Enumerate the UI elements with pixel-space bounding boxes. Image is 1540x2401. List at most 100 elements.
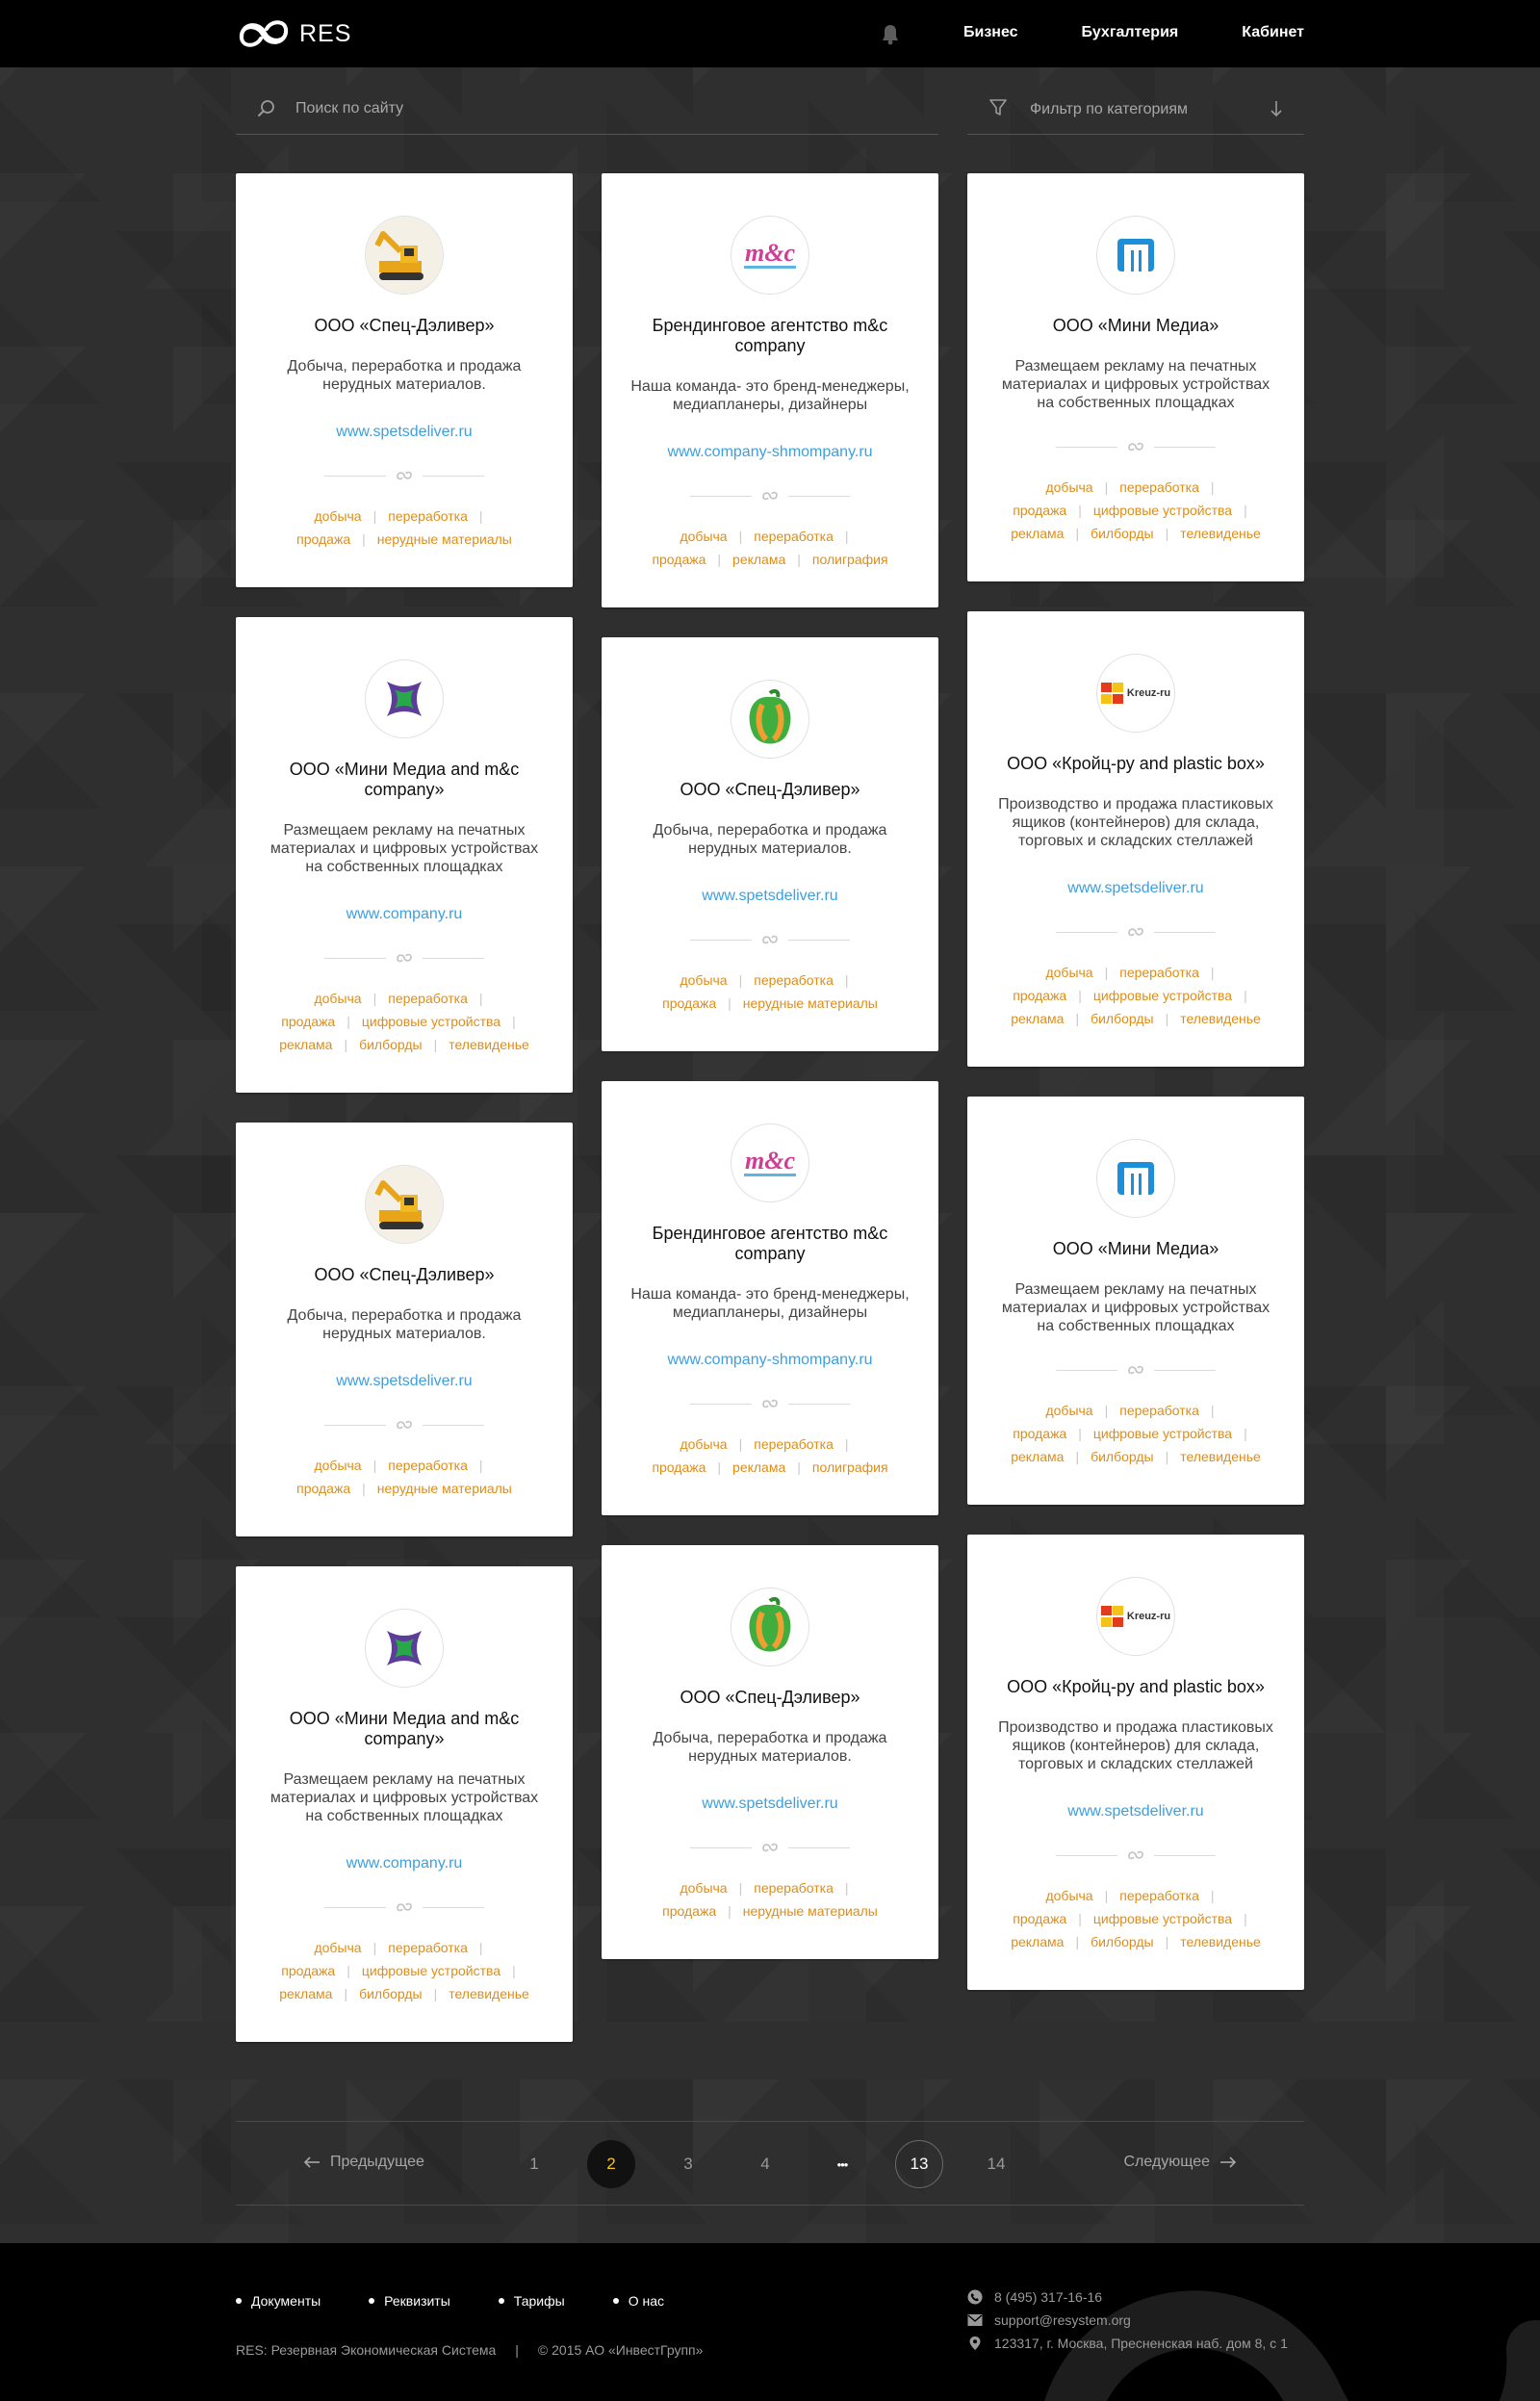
category-tag[interactable]: реклама: [1011, 526, 1064, 541]
category-tag[interactable]: продажа: [1013, 988, 1066, 1003]
company-title[interactable]: Брендинговое агентство m&c company: [627, 316, 913, 356]
company-card[interactable]: m&c Брендинговое агентство m&c company Наш…: [602, 1081, 938, 1515]
company-card[interactable]: Kreuz-ru ООО «Кройц-ру and plastic box» Пр…: [967, 1535, 1304, 1990]
category-tag[interactable]: продажа: [296, 531, 350, 547]
category-tag[interactable]: телевиденье: [1180, 1011, 1261, 1026]
company-card[interactable]: ООО «Спец-Дэливер» Добыча, переработка и …: [236, 173, 573, 587]
category-tag[interactable]: добыча: [1045, 479, 1092, 495]
page-13[interactable]: 13: [895, 2140, 943, 2188]
company-website-link[interactable]: www.spetsdeliver.ru: [627, 1795, 913, 1813]
category-tag[interactable]: продажа: [296, 1481, 350, 1496]
company-website-link[interactable]: www.company.ru: [261, 906, 548, 923]
category-tag[interactable]: переработка: [388, 1940, 468, 1955]
category-tag[interactable]: реклама: [1011, 1011, 1064, 1026]
category-tag[interactable]: реклама: [279, 1037, 332, 1052]
company-card[interactable]: ООО «Спец-Дэливер» Добыча, переработка и …: [602, 1545, 938, 1959]
page-2-current[interactable]: 2: [587, 2140, 635, 2188]
company-title[interactable]: ООО «Спец-Дэливер»: [627, 780, 913, 800]
nav-accounting[interactable]: Бухгалтерия: [1082, 24, 1179, 41]
company-card[interactable]: ООО «Спец-Дэливер» Добыча, переработка и …: [602, 637, 938, 1051]
category-tag[interactable]: добыча: [314, 1940, 361, 1955]
category-tag[interactable]: переработка: [754, 1880, 834, 1896]
company-title[interactable]: ООО «Спец-Дэливер»: [627, 1688, 913, 1708]
phone-number[interactable]: 8 (495) 317-16-16: [994, 2289, 1102, 2305]
category-tag[interactable]: нерудные материалы: [743, 995, 878, 1011]
category-tag[interactable]: телевиденье: [449, 1986, 529, 2001]
category-tag[interactable]: телевиденье: [1180, 526, 1261, 541]
category-tag[interactable]: билборды: [1091, 1934, 1154, 1949]
nav-cabinet[interactable]: Кабинет: [1242, 24, 1304, 41]
category-tag[interactable]: добыча: [680, 972, 727, 988]
next-page-button[interactable]: Следующее: [1123, 2154, 1237, 2171]
category-tag[interactable]: переработка: [1119, 1403, 1199, 1418]
page-1[interactable]: 1: [510, 2140, 558, 2188]
category-tag[interactable]: добыча: [314, 991, 361, 1006]
category-tag[interactable]: добыча: [1045, 965, 1092, 980]
page-3[interactable]: 3: [664, 2140, 712, 2188]
category-tag[interactable]: билборды: [1091, 1449, 1154, 1464]
footer-link-about[interactable]: О нас: [613, 2293, 664, 2309]
category-tag[interactable]: реклама: [732, 1459, 785, 1475]
category-tag[interactable]: переработка: [388, 1458, 468, 1473]
company-website-link[interactable]: www.spetsdeliver.ru: [992, 1803, 1279, 1820]
category-tag[interactable]: телевиденье: [449, 1037, 529, 1052]
category-tag[interactable]: продажа: [662, 995, 716, 1011]
notification-bell-icon[interactable]: [878, 21, 903, 51]
company-website-link[interactable]: www.company.ru: [261, 1855, 548, 1872]
category-tag[interactable]: продажа: [1013, 503, 1066, 518]
category-tag[interactable]: переработка: [754, 1436, 834, 1452]
category-tag[interactable]: продажа: [662, 1903, 716, 1919]
footer-link-documents[interactable]: Документы: [236, 2293, 321, 2309]
category-tag[interactable]: нерудные материалы: [377, 531, 512, 547]
category-tag[interactable]: переработка: [1119, 965, 1199, 980]
res-logo[interactable]: RES: [236, 15, 351, 52]
category-tag[interactable]: цифровые устройства: [1093, 1911, 1232, 1926]
category-tag[interactable]: цифровые устройства: [362, 1014, 500, 1029]
category-tag[interactable]: телевиденье: [1180, 1934, 1261, 1949]
category-tag[interactable]: продажа: [281, 1963, 335, 1978]
category-tag[interactable]: переработка: [1119, 479, 1199, 495]
category-tag[interactable]: добыча: [314, 508, 361, 524]
category-filter[interactable]: Фильтр по категориям: [967, 82, 1304, 135]
category-tag[interactable]: продажа: [281, 1014, 335, 1029]
nav-business[interactable]: Бизнес: [963, 24, 1018, 41]
category-tag[interactable]: цифровые устройства: [1093, 1426, 1232, 1441]
category-tag[interactable]: добыча: [680, 1436, 727, 1452]
company-card[interactable]: m&c Брендинговое агентство m&c company Наш…: [602, 173, 938, 607]
company-title[interactable]: ООО «Мини Медиа»: [992, 316, 1279, 336]
email-address[interactable]: support@resystem.org: [994, 2312, 1131, 2328]
category-tag[interactable]: билборды: [1091, 1011, 1154, 1026]
category-tag[interactable]: билборды: [359, 1986, 423, 2001]
category-tag[interactable]: нерудные материалы: [377, 1481, 512, 1496]
company-card[interactable]: ООО «Мини Медиа and m&c company» Размещае…: [236, 617, 573, 1093]
category-tag[interactable]: продажа: [1013, 1911, 1066, 1926]
category-tag[interactable]: добыча: [314, 1458, 361, 1473]
page-4[interactable]: 4: [741, 2140, 789, 2188]
company-title[interactable]: ООО «Кройц-ру and plastic box»: [992, 754, 1279, 774]
page-14[interactable]: 14: [972, 2140, 1020, 2188]
company-title[interactable]: Брендинговое агентство m&c company: [627, 1224, 913, 1264]
category-tag[interactable]: продажа: [1013, 1426, 1066, 1441]
category-tag[interactable]: реклама: [1011, 1934, 1064, 1949]
company-title[interactable]: ООО «Спец-Дэливер»: [261, 1265, 548, 1285]
category-tag[interactable]: полиграфия: [812, 552, 888, 567]
company-title[interactable]: ООО «Мини Медиа and m&c company»: [261, 1709, 548, 1749]
company-title[interactable]: ООО «Кройц-ру and plastic box»: [992, 1677, 1279, 1697]
company-website-link[interactable]: www.spetsdeliver.ru: [627, 888, 913, 905]
company-card[interactable]: ООО «Мини Медиа and m&c company» Размещае…: [236, 1566, 573, 2042]
category-tag[interactable]: цифровые устройства: [1093, 988, 1232, 1003]
category-tag[interactable]: продажа: [652, 552, 706, 567]
category-tag[interactable]: добыча: [680, 1880, 727, 1896]
category-tag[interactable]: телевиденье: [1180, 1449, 1261, 1464]
category-tag[interactable]: полиграфия: [812, 1459, 888, 1475]
company-title[interactable]: ООО «Мини Медиа»: [992, 1239, 1279, 1259]
category-tag[interactable]: переработка: [754, 529, 834, 544]
company-card[interactable]: ООО «Мини Медиа» Размещаем рекламу на печ…: [967, 1097, 1304, 1505]
category-tag[interactable]: добыча: [1045, 1888, 1092, 1903]
company-card[interactable]: ООО «Спец-Дэливер» Добыча, переработка и …: [236, 1123, 573, 1536]
company-website-link[interactable]: www.company-shmompany.ru: [627, 444, 913, 461]
category-tag[interactable]: билборды: [1091, 526, 1154, 541]
category-tag[interactable]: переработка: [754, 972, 834, 988]
search-input[interactable]: [295, 95, 873, 122]
company-website-link[interactable]: www.spetsdeliver.ru: [261, 424, 548, 441]
